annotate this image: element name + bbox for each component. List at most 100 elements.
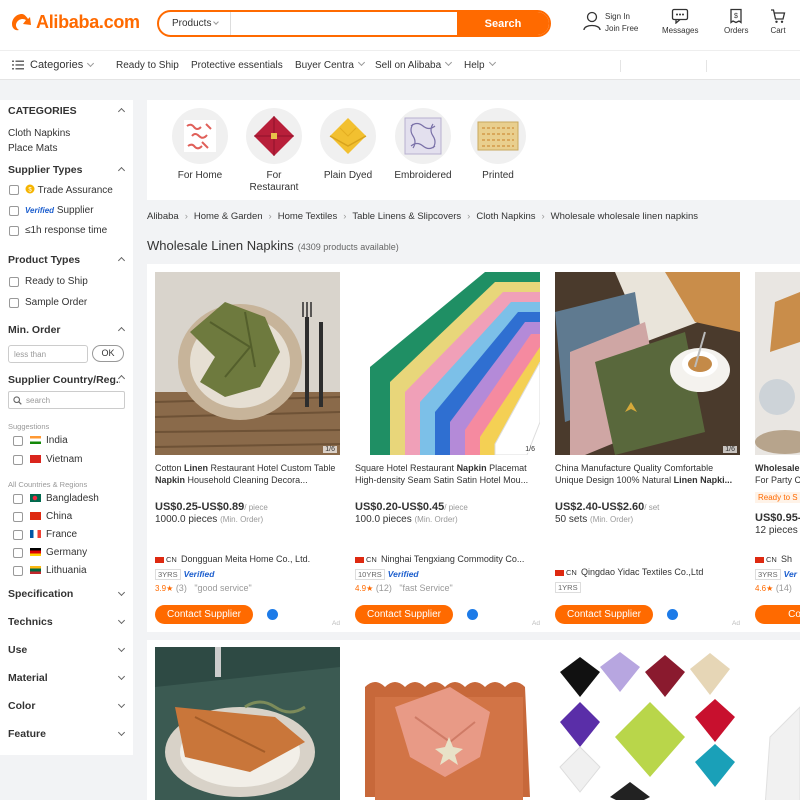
product-image[interactable] [755, 272, 800, 455]
signin-link[interactable]: Sign In Join Free [583, 11, 638, 35]
product-card[interactable]: 1/6 China Manufacture Quality Comfortabl… [555, 272, 740, 627]
filter-color[interactable]: Color [8, 700, 35, 712]
country-checkbox-lithuania[interactable] [13, 566, 23, 576]
search-category-select[interactable]: Products [159, 12, 231, 35]
chevron-down-icon[interactable] [117, 616, 126, 625]
product-image[interactable]: 1/6 [155, 272, 340, 455]
supplier-name[interactable]: Dongguan Meita Home Co., Ltd. [181, 554, 310, 564]
supplier-name[interactable]: Sh [781, 554, 792, 564]
product-image[interactable] [355, 647, 540, 800]
product-image[interactable]: 1/6 [555, 272, 740, 455]
verified-supplier-checkbox[interactable] [9, 206, 19, 216]
product-card[interactable]: 1/6 Square Hotel Restaurant Napkin Place… [355, 272, 540, 627]
filter-technics[interactable]: Technics [8, 616, 53, 628]
min-order-input[interactable]: less than [8, 345, 88, 363]
chevron-down-icon[interactable] [117, 588, 126, 597]
chevron-up-icon[interactable] [117, 166, 126, 175]
chevron-up-icon[interactable] [117, 326, 126, 335]
orders-link[interactable]: $ Orders [724, 8, 748, 35]
sample-order-checkbox[interactable] [9, 298, 19, 308]
title-text: Cotton [155, 463, 185, 473]
category-tile-for-home[interactable]: For Home [170, 108, 230, 194]
product-image[interactable] [755, 647, 800, 800]
country-checkbox-india[interactable] [13, 436, 23, 446]
breadcrumb-item[interactable]: Cloth Napkins [476, 211, 535, 222]
chat-icon[interactable] [467, 609, 478, 620]
country-search-input[interactable]: search [8, 391, 125, 409]
breadcrumb-item[interactable]: Table Linens & Slipcovers [352, 211, 461, 222]
country-checkbox-bangladesh[interactable] [13, 494, 23, 504]
category-cloth-napkins[interactable]: Cloth Napkins [8, 128, 70, 139]
product-image[interactable] [155, 647, 340, 800]
category-tile-plain-dyed[interactable]: Plain Dyed [318, 108, 378, 194]
category-image [470, 108, 526, 164]
breadcrumb-item[interactable]: Home & Garden [194, 211, 263, 222]
category-image [320, 108, 376, 164]
contact-supplier-button[interactable]: Contact Supplier [155, 605, 253, 624]
search-input[interactable] [231, 12, 457, 35]
category-tile-printed[interactable]: Printed [468, 108, 528, 194]
breadcrumb-item[interactable]: Alibaba [147, 211, 179, 222]
chat-icon[interactable] [267, 609, 278, 620]
messages-link[interactable]: Messages [662, 8, 698, 35]
category-tile-embroidered[interactable]: Embroidered [393, 108, 453, 194]
chevron-up-icon[interactable] [117, 107, 126, 116]
alibaba-logo[interactable]: Alibaba.com [10, 11, 140, 33]
nav-sell-on-alibaba[interactable]: Sell on Alibaba [375, 58, 453, 71]
nav-protective-essentials[interactable]: Protective essentials [191, 60, 283, 71]
chevron-down-icon[interactable] [117, 644, 126, 653]
categories-menu[interactable]: Categories [12, 59, 95, 71]
france-flag-icon [30, 530, 41, 539]
product-image[interactable]: 1/6 [355, 272, 540, 455]
supplier-name[interactable]: Qingdao Yidac Textiles Co.,Ltd [581, 567, 703, 577]
svg-text:$: $ [734, 13, 738, 20]
filter-specification[interactable]: Specification [8, 588, 73, 600]
chevron-down-icon[interactable] [117, 672, 126, 681]
response-time-checkbox[interactable] [9, 226, 19, 236]
nav-buyer-central[interactable]: Buyer Centra [295, 58, 365, 71]
country-checkbox-france[interactable] [13, 530, 23, 540]
verified-badge: Ver [783, 569, 797, 579]
contact-supplier-button[interactable]: Contact Supplier [555, 605, 653, 624]
category-tile-for-restaurant[interactable]: For Restaurant [244, 108, 304, 194]
search-bar: Products Search [157, 10, 551, 37]
india-flag-icon [30, 436, 41, 445]
ready-to-ship-checkbox[interactable] [9, 277, 19, 287]
country-checkbox-vietnam[interactable] [13, 455, 23, 465]
product-card[interactable]: 1/6 Cotton Linen Restaurant Hotel Custom… [155, 272, 340, 627]
product-title[interactable]: Wholesale For Party C [755, 462, 800, 486]
filter-use[interactable]: Use [8, 644, 27, 656]
nav-ready-to-ship[interactable]: Ready to Ship [116, 60, 179, 71]
filter-material[interactable]: Material [8, 672, 48, 684]
menu-icon [12, 60, 24, 70]
country-code: CN [355, 555, 381, 564]
product-image[interactable] [555, 647, 740, 800]
country-checkbox-china[interactable] [13, 512, 23, 522]
chevron-down-icon [213, 19, 220, 25]
cart-link[interactable]: Cart [770, 8, 786, 35]
search-button[interactable]: Search [457, 12, 549, 35]
product-title[interactable]: Square Hotel Restaurant Napkin Placemat … [355, 462, 540, 486]
nav-help[interactable]: Help [464, 58, 496, 71]
category-place-mats[interactable]: Place Mats [8, 143, 57, 154]
product-title[interactable]: Cotton Linen Restaurant Hotel Custom Tab… [155, 462, 340, 486]
years-badge: 3YRS [155, 569, 181, 580]
product-card[interactable]: Wholesale For Party C Ready to S US$0.95… [755, 272, 800, 627]
chevron-down-icon[interactable] [117, 728, 126, 737]
trade-assurance-checkbox[interactable] [9, 185, 19, 195]
contact-supplier-button[interactable]: Contact Supplier [355, 605, 453, 624]
chat-icon[interactable] [667, 609, 678, 620]
category-image [246, 108, 302, 164]
breadcrumb-item[interactable]: Home Textiles [278, 211, 338, 222]
product-title[interactable]: China Manufacture Quality Comfortable Un… [555, 462, 740, 486]
chevron-up-icon[interactable] [117, 256, 126, 265]
min-order-ok-button[interactable]: OK [92, 345, 124, 362]
chevron-down-icon[interactable] [117, 700, 126, 709]
china-flag-icon [355, 557, 364, 564]
product-price: US$0.20-US$0.45/ piece [355, 501, 468, 513]
contact-supplier-button[interactable]: Contac [755, 605, 800, 624]
filter-feature[interactable]: Feature [8, 728, 46, 740]
country-checkbox-germany[interactable] [13, 548, 23, 558]
supplier-name[interactable]: Ninghai Tengxiang Commodity Co... [381, 554, 524, 564]
moq-value: 100.0 pieces [355, 514, 412, 525]
